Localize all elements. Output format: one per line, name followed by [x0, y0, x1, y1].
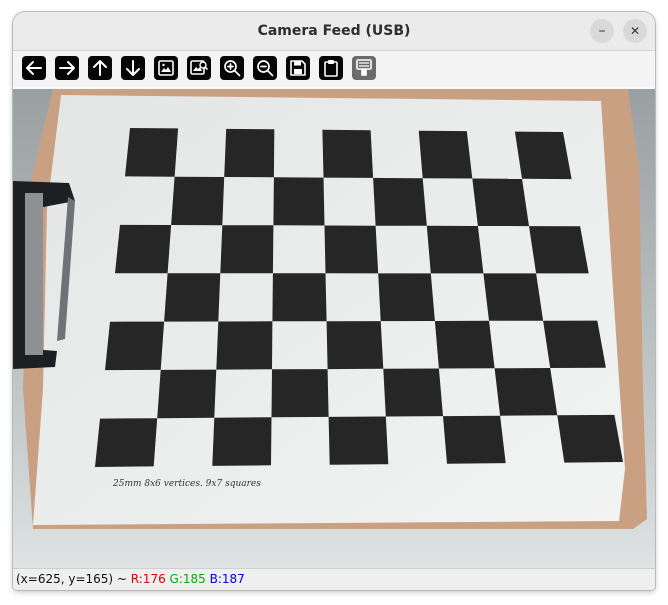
paper-handwritten-note: 25mm 8x6 vertices. 9x7 squares — [112, 479, 261, 489]
checkerboard-square — [322, 129, 374, 178]
toolbar — [13, 51, 655, 87]
checkerboard-square — [472, 178, 529, 227]
checkerboard-square — [324, 225, 379, 274]
pan-down-button[interactable] — [121, 56, 145, 80]
zoom-out-icon — [257, 60, 274, 77]
checkerboard-square — [378, 273, 435, 322]
image-zoom-icon — [190, 60, 209, 75]
camera-image-view[interactable]: 25mm 8x6 vertices. 9x7 squares — [13, 89, 655, 568]
pixel-red-value: R:176 — [130, 572, 166, 586]
checkerboard-square — [216, 321, 273, 370]
checkerboard-square — [557, 414, 623, 463]
checkerboard-square — [543, 320, 606, 368]
checkerboard-square — [494, 368, 558, 416]
status-bar: (x=625, y=165) ~ R:176 G:185 B:187 — [13, 568, 655, 590]
checkerboard-square — [95, 418, 158, 467]
copy-to-clipboard-button[interactable] — [319, 56, 343, 80]
pan-right-button[interactable] — [55, 56, 79, 80]
pixel-green-value: G:185 — [169, 572, 206, 586]
checkerboard-square — [273, 177, 325, 226]
zoom-in-icon — [224, 60, 241, 77]
checkerboard-square — [529, 226, 589, 274]
image-icon — [158, 60, 174, 76]
checkerboard-square — [224, 128, 275, 178]
arrow-left-icon — [26, 61, 42, 75]
checkerboard-square — [426, 225, 484, 274]
checkerboard-square — [115, 224, 172, 274]
save-button[interactable] — [286, 56, 310, 80]
properties-button[interactable] — [352, 56, 376, 80]
title-bar[interactable]: Camera Feed (USB) – ✕ — [13, 12, 655, 51]
clipboard-icon — [324, 60, 338, 77]
arrow-up-icon — [93, 60, 107, 76]
pan-up-button[interactable] — [88, 56, 112, 80]
checkerboard-square — [418, 130, 473, 179]
cursor-coordinates: (x=625, y=165) ~ — [16, 572, 131, 586]
checkerboard-square — [383, 368, 443, 417]
arrow-down-icon — [126, 60, 140, 76]
checkerboard-square — [164, 273, 221, 322]
close-button[interactable]: ✕ — [623, 19, 647, 43]
checkerboard-square — [171, 176, 225, 226]
camera-feed-window: Camera Feed (USB) – ✕ 25mm 8x6 vertices.… — [13, 12, 655, 590]
pan-left-button[interactable] — [22, 56, 46, 80]
close-icon: ✕ — [629, 24, 641, 38]
arrow-right-icon — [59, 61, 75, 75]
window-title: Camera Feed (USB) — [257, 23, 411, 39]
checkerboard-square — [514, 131, 572, 180]
checkerboard-square — [443, 415, 506, 464]
checkerboard-square — [434, 320, 495, 369]
checkerboard-square — [105, 321, 165, 371]
minimize-icon: – — [598, 23, 606, 39]
zoom-in-button[interactable] — [220, 56, 244, 80]
checkerboard-square — [157, 369, 217, 419]
zoom-fit-button[interactable] — [154, 56, 178, 80]
checkerboard-square — [271, 369, 329, 418]
checkerboard-square — [326, 321, 384, 370]
checkerboard-square — [212, 417, 272, 466]
checkerboard-square — [220, 225, 274, 274]
checkerboard-square — [483, 273, 544, 321]
checkerboard-square — [373, 177, 427, 226]
properties-icon — [356, 59, 372, 76]
minimize-button[interactable]: – — [590, 19, 614, 43]
pixel-blue-value: B:187 — [209, 572, 245, 586]
checkerboard-square — [272, 273, 327, 322]
save-icon — [290, 60, 306, 76]
zoom-original-button[interactable] — [187, 56, 211, 80]
zoom-out-button[interactable] — [253, 56, 277, 80]
checkerboard-square — [328, 416, 389, 465]
checkerboard-square — [125, 128, 179, 177]
camera-frame: 25mm 8x6 vertices. 9x7 squares — [13, 89, 655, 568]
